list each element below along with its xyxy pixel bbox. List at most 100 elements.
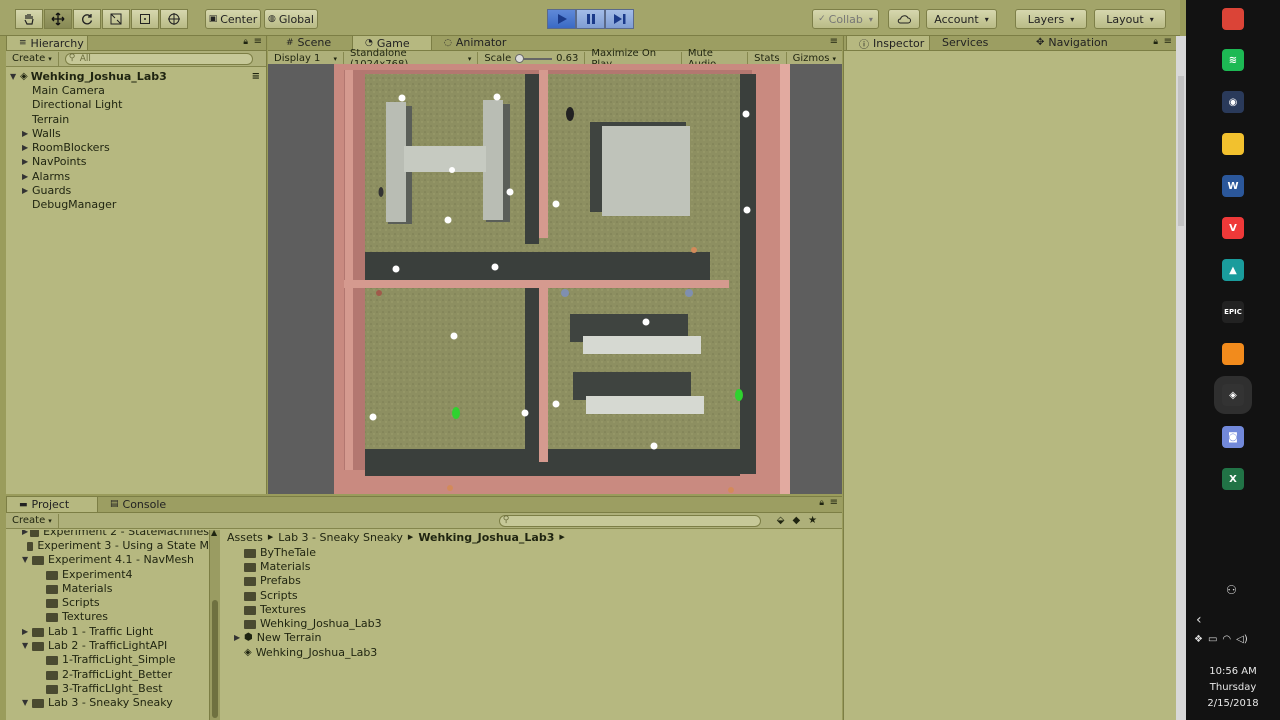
project-file-item[interactable]: Prefabs <box>234 574 382 588</box>
hierarchy-item[interactable]: Directional Light <box>6 98 266 112</box>
expand-right-icon[interactable]: ▶ <box>22 143 32 152</box>
project-tree-item[interactable]: ▼ Lab 2 - TrafficLightAPI <box>6 638 209 652</box>
expand-right-icon[interactable]: ▶ <box>22 186 32 195</box>
project-tree-item[interactable]: Experiment 3 - Using a State M <box>6 538 209 552</box>
tab-scene[interactable]: # Scene <box>274 35 352 50</box>
battery-icon[interactable]: ▭ <box>1208 634 1217 645</box>
scroll-up-icon[interactable]: ▲ <box>211 528 217 537</box>
file-explorer-icon[interactable] <box>1222 133 1244 155</box>
lock-icon[interactable]: 🔒︎ <box>1153 37 1158 47</box>
spotify-icon[interactable]: ≋ <box>1222 49 1244 71</box>
hierarchy-item[interactable]: ▶ Walls <box>6 126 266 140</box>
project-search-input[interactable]: ⚲ <box>498 514 761 527</box>
collab-button[interactable]: ✓ Collab ▾ <box>812 9 879 29</box>
project-tree-item[interactable]: ▶ Experiment 2 - StateMachines <box>6 530 209 538</box>
usb-drive-icon[interactable] <box>1222 343 1244 365</box>
pause-button[interactable] <box>576 9 605 29</box>
expand-right-icon[interactable]: ▶ <box>22 172 32 181</box>
project-file-item[interactable]: ByTheTale <box>234 545 382 559</box>
expand-right-icon[interactable]: ▶ <box>22 129 32 138</box>
filter-label-icon[interactable]: ◆ <box>792 515 800 526</box>
lock-icon[interactable]: 🔒︎ <box>243 37 248 47</box>
project-tree-item[interactable]: ▼ Experiment 4.1 - NavMesh <box>6 553 209 567</box>
project-tree-item[interactable]: ▶ Lab 1 - Traffic Light <box>6 624 209 638</box>
breadcrumb-item[interactable]: Lab 3 - Sneaky Sneaky <box>278 531 403 544</box>
play-button[interactable] <box>547 9 576 29</box>
account-dropdown[interactable]: Account ▾ <box>926 9 997 29</box>
unity-icon[interactable]: ◈ <box>1222 384 1244 406</box>
tree-scrollbar[interactable]: ▲ <box>210 528 220 720</box>
project-file-item[interactable]: Wehking_Joshua_Lab3 <box>234 616 382 630</box>
rect-tool-icon[interactable] <box>131 9 159 29</box>
hierarchy-item[interactable]: ▶ Guards <box>6 183 266 197</box>
dropbox-icon[interactable]: ❖ <box>1194 634 1203 645</box>
panel-menu-icon[interactable]: ≡ <box>830 497 838 508</box>
wifi-icon[interactable]: ◠ <box>1222 634 1231 645</box>
unity-hub-icon[interactable]: ▲ <box>1222 259 1244 281</box>
scene-menu-icon[interactable]: ≡ <box>252 71 260 82</box>
expand-down-icon[interactable]: ▼ <box>22 641 32 650</box>
project-tree-item[interactable]: Scripts <box>6 595 209 609</box>
cloud-button[interactable] <box>888 9 920 29</box>
lock-icon[interactable]: 🔒︎ <box>819 498 824 508</box>
scale-track[interactable] <box>515 53 553 63</box>
panel-menu-icon[interactable]: ≡ <box>1164 36 1172 47</box>
panel-menu-icon[interactable]: ≡ <box>830 36 838 47</box>
chevron-left-icon[interactable]: ‹ <box>1196 612 1202 628</box>
tree-scrollbar-thumb[interactable] <box>212 600 218 718</box>
hierarchy-item[interactable]: ▶ RoomBlockers <box>6 140 266 154</box>
global-button[interactable]: ◍ Global <box>264 9 318 29</box>
filter-type-icon[interactable]: ⬙ <box>777 515 785 526</box>
project-tree-item[interactable]: Experiment4 <box>6 567 209 581</box>
tab-console[interactable]: ▤ Console <box>98 496 178 512</box>
media-icon[interactable]: ◉ <box>1222 91 1244 113</box>
tab-navigation[interactable]: ✥ Navigation <box>1024 35 1134 50</box>
game-viewport[interactable] <box>268 64 842 494</box>
panel-menu-icon[interactable]: ≡ <box>254 36 262 47</box>
expand-down-icon[interactable]: ▼ <box>10 72 20 81</box>
move-tool-icon[interactable] <box>44 9 72 29</box>
hierarchy-item[interactable]: DebugManager <box>6 198 266 212</box>
project-tree-item[interactable]: 1-TrafficLight_Simple <box>6 653 209 667</box>
breadcrumb-item[interactable]: Wehking_Joshua_Lab3 <box>418 531 554 544</box>
hierarchy-item[interactable]: ▶ NavPoints <box>6 155 266 169</box>
project-file-item[interactable]: Textures <box>234 602 382 616</box>
tab-services[interactable]: Services <box>930 35 1024 50</box>
scale-thumb[interactable] <box>515 53 525 63</box>
project-tree-item[interactable]: ▼ Lab 3 - Sneaky Sneaky <box>6 696 209 710</box>
window-scrollbar[interactable] <box>1176 36 1186 720</box>
chrome-icon[interactable] <box>1222 8 1244 30</box>
people-icon[interactable]: ⚇ <box>1226 583 1237 597</box>
expand-right-icon[interactable]: ▶ <box>234 633 244 642</box>
word-icon[interactable]: W <box>1222 175 1244 197</box>
project-create-dropdown[interactable]: Create ▾ <box>6 513 59 528</box>
hierarchy-item[interactable]: Terrain <box>6 112 266 126</box>
project-tree-item[interactable]: 2-TrafficLight_Better <box>6 667 209 681</box>
clock[interactable]: 10:56 AM Thursday 2/15/2018 <box>1186 664 1280 712</box>
excel-icon[interactable]: X <box>1222 468 1244 490</box>
hierarchy-create-dropdown[interactable]: Create ▾ <box>6 51 59 66</box>
epic-games-icon[interactable]: EPIC <box>1222 301 1244 323</box>
project-tree-item[interactable]: 3-TrafficLIght_Best <box>6 681 209 695</box>
tab-project[interactable]: ▬ Project <box>6 496 98 512</box>
tab-hierarchy[interactable]: ≡ Hierarchy <box>6 35 88 50</box>
layout-dropdown[interactable]: Layout ▾ <box>1094 9 1166 29</box>
pivot-center-button[interactable]: ▣ Center <box>205 9 261 29</box>
layers-dropdown[interactable]: Layers ▾ <box>1015 9 1087 29</box>
volume-icon[interactable]: ◁) <box>1236 634 1248 645</box>
project-file-item[interactable]: ▶ ⬢ New Terrain <box>234 631 382 645</box>
hierarchy-item[interactable]: ▶ Alarms <box>6 169 266 183</box>
transform-tool-icon[interactable] <box>160 9 188 29</box>
project-file-item[interactable]: ◈ Wehking_Joshua_Lab3 <box>234 645 382 659</box>
project-file-item[interactable]: Scripts <box>234 588 382 602</box>
hierarchy-item[interactable]: Main Camera <box>6 83 266 97</box>
expand-right-icon[interactable]: ▶ <box>22 157 32 166</box>
scale-tool-icon[interactable] <box>102 9 130 29</box>
scrollbar-thumb[interactable] <box>1178 76 1184 226</box>
tab-inspector[interactable]: ⓘ Inspector <box>846 35 930 51</box>
vivaldi-icon[interactable]: V <box>1222 217 1244 239</box>
hand-tool-icon[interactable] <box>15 9 43 29</box>
expand-down-icon[interactable]: ▼ <box>22 698 32 707</box>
favorite-star-icon[interactable]: ★ <box>808 515 817 526</box>
project-file-item[interactable]: Materials <box>234 559 382 573</box>
